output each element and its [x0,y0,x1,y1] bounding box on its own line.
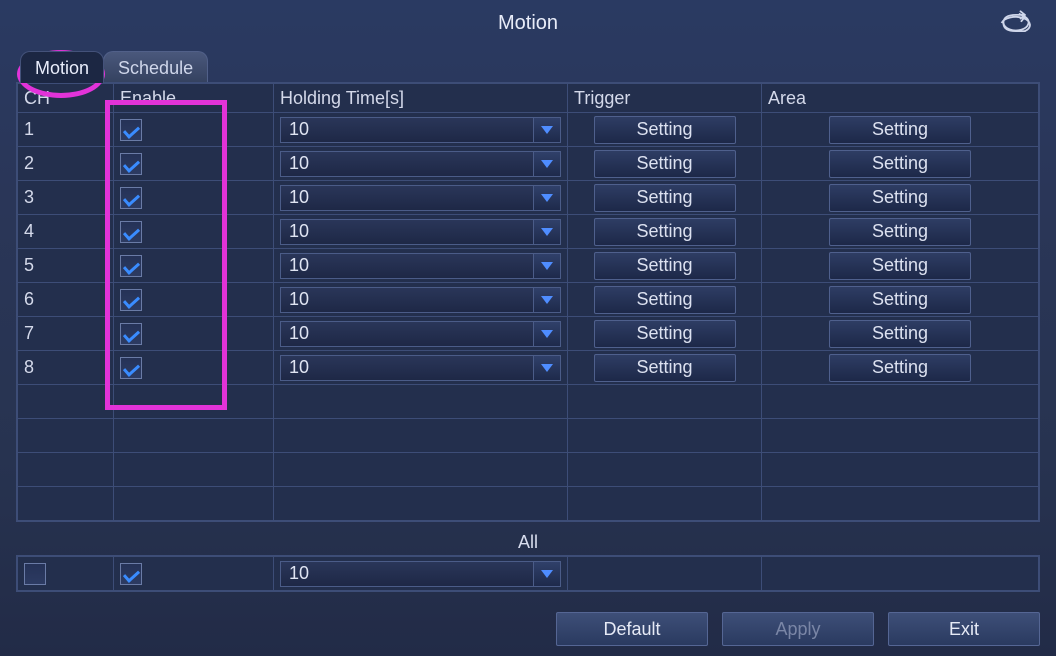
dropdown-arrow-icon [533,220,560,244]
holding-time-dropdown[interactable]: 10 [280,355,561,381]
enable-checkbox[interactable] [120,289,142,311]
channel-motion-table: CH Enable Holding Time[s] Trigger Area 1… [16,82,1040,522]
enable-checkbox[interactable] [120,187,142,209]
title-bar: Motion [0,0,1056,46]
exit-button[interactable]: Exit [888,612,1040,646]
trigger-setting-button[interactable]: Setting [594,116,736,144]
tab-motion[interactable]: Motion [20,51,104,83]
holding-time-dropdown[interactable]: 10 [280,219,561,245]
enable-checkbox[interactable] [120,153,142,175]
enable-checkbox[interactable] [120,323,142,345]
dropdown-arrow-icon [533,118,560,142]
all-row: 10 [18,557,1039,591]
area-setting-button[interactable]: Setting [829,116,971,144]
tab-bar: Motion Schedule [0,46,1056,82]
back-button[interactable] [998,10,1038,38]
enable-checkbox[interactable] [120,221,142,243]
all-holding-value: 10 [281,563,533,584]
table-row-empty [18,419,1039,453]
trigger-setting-button[interactable]: Setting [594,184,736,212]
dropdown-arrow-icon [533,322,560,346]
table-row: 1 10 Setting Setting [18,113,1039,147]
holding-time-value: 10 [281,187,533,208]
area-setting-button[interactable]: Setting [829,354,971,382]
cell-ch: 7 [18,317,114,351]
trigger-setting-button[interactable]: Setting [594,150,736,178]
trigger-setting-button[interactable]: Setting [594,218,736,246]
table-header-row: CH Enable Holding Time[s] Trigger Area [18,84,1039,113]
col-trigger: Trigger [568,84,762,113]
table-row: 7 10 Setting Setting [18,317,1039,351]
holding-time-value: 10 [281,357,533,378]
table-row: 4 10 Setting Setting [18,215,1039,249]
col-enable: Enable [114,84,274,113]
trigger-setting-button[interactable]: Setting [594,286,736,314]
holding-time-value: 10 [281,153,533,174]
holding-time-dropdown[interactable]: 10 [280,287,561,313]
table-row: 8 10 Setting Setting [18,351,1039,385]
area-setting-button[interactable]: Setting [829,286,971,314]
all-holding-dropdown[interactable]: 10 [280,561,561,587]
dropdown-arrow-icon [533,186,560,210]
col-holding: Holding Time[s] [274,84,568,113]
cell-ch: 1 [18,113,114,147]
table-row-empty [18,453,1039,487]
table-row: 2 10 Setting Setting [18,147,1039,181]
area-setting-button[interactable]: Setting [829,218,971,246]
all-enable-checkbox[interactable] [120,563,142,585]
dropdown-arrow-icon [533,152,560,176]
holding-time-value: 10 [281,289,533,310]
holding-time-value: 10 [281,221,533,242]
area-setting-button[interactable]: Setting [829,150,971,178]
all-label: All [16,528,1040,555]
cell-ch: 2 [18,147,114,181]
trigger-setting-button[interactable]: Setting [594,252,736,280]
holding-time-dropdown[interactable]: 10 [280,185,561,211]
back-arrow-icon [998,10,1034,36]
trigger-setting-button[interactable]: Setting [594,320,736,348]
dropdown-arrow-icon [533,288,560,312]
area-setting-button[interactable]: Setting [829,184,971,212]
holding-time-dropdown[interactable]: 10 [280,253,561,279]
footer-button-bar: Default Apply Exit [556,612,1040,646]
motion-window: Motion Motion Schedule CH Enable Holdi [0,0,1056,656]
table-row-empty [18,385,1039,419]
cell-ch: 3 [18,181,114,215]
tab-schedule[interactable]: Schedule [103,51,208,83]
apply-button[interactable]: Apply [722,612,874,646]
all-section: All 10 [16,528,1040,592]
area-setting-button[interactable]: Setting [829,252,971,280]
holding-time-value: 10 [281,255,533,276]
dropdown-arrow-icon [533,356,560,380]
cell-ch: 4 [18,215,114,249]
cell-ch: 8 [18,351,114,385]
enable-checkbox[interactable] [120,255,142,277]
default-button[interactable]: Default [556,612,708,646]
holding-time-value: 10 [281,119,533,140]
table-row: 6 10 Setting Setting [18,283,1039,317]
table-row: 5 10 Setting Setting [18,249,1039,283]
window-title: Motion [498,12,558,35]
table-row-empty [18,487,1039,521]
col-ch: CH [18,84,114,113]
enable-checkbox[interactable] [120,357,142,379]
cell-ch: 6 [18,283,114,317]
all-select-checkbox[interactable] [24,563,46,585]
enable-checkbox[interactable] [120,119,142,141]
holding-time-dropdown[interactable]: 10 [280,321,561,347]
table-row: 3 10 Setting Setting [18,181,1039,215]
trigger-setting-button[interactable]: Setting [594,354,736,382]
col-area: Area [762,84,1039,113]
dropdown-arrow-icon [533,254,560,278]
holding-time-value: 10 [281,323,533,344]
area-setting-button[interactable]: Setting [829,320,971,348]
holding-time-dropdown[interactable]: 10 [280,117,561,143]
holding-time-dropdown[interactable]: 10 [280,151,561,177]
cell-ch: 5 [18,249,114,283]
dropdown-arrow-icon [533,562,560,586]
